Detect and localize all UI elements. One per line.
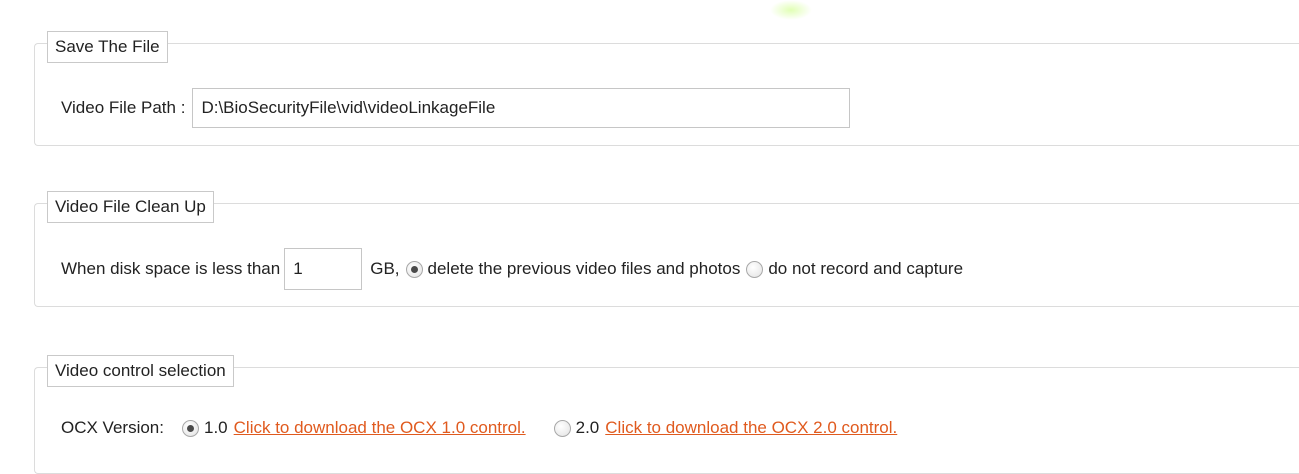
disk-space-row: When disk space is less than GB, delete … bbox=[61, 248, 963, 290]
save-file-legend: Save The File bbox=[47, 31, 168, 63]
ocx-2-radio[interactable] bbox=[553, 419, 571, 437]
disk-space-input[interactable] bbox=[284, 248, 363, 290]
ocx-2-download-link[interactable]: Click to download the OCX 2.0 control. bbox=[605, 418, 897, 438]
disk-space-unit-text: GB, bbox=[370, 259, 400, 278]
no-record-label: do not record and capture bbox=[768, 259, 964, 278]
no-record-radio[interactable] bbox=[746, 260, 764, 278]
video-file-path-row: Video File Path : bbox=[61, 88, 851, 128]
video-control-group: Video control selection OCX Version: 1.0… bbox=[34, 355, 1299, 474]
disk-space-prefix-text: When disk space is less than bbox=[61, 259, 281, 278]
ocx-version-row: OCX Version: 1.0 Click to download the O… bbox=[61, 414, 897, 442]
video-control-legend: Video control selection bbox=[47, 355, 234, 387]
save-file-group: Save The File Video File Path : bbox=[34, 31, 1299, 146]
ocx-version-label: OCX Version: bbox=[61, 418, 164, 437]
video-file-path-input[interactable] bbox=[192, 88, 851, 128]
ocx-1-download-link[interactable]: Click to download the OCX 1.0 control. bbox=[234, 418, 526, 438]
ocx-1-radio[interactable] bbox=[182, 419, 199, 437]
delete-previous-label: delete the previous video files and phot… bbox=[427, 259, 741, 278]
delete-previous-radio[interactable] bbox=[405, 260, 423, 278]
ocx-2-version-label: 2.0 bbox=[575, 418, 600, 437]
background-glare bbox=[770, 0, 812, 20]
video-file-path-label: Video File Path : bbox=[61, 98, 186, 117]
video-clean-up-group: Video File Clean Up When disk space is l… bbox=[34, 191, 1299, 307]
video-clean-up-legend: Video File Clean Up bbox=[47, 191, 214, 223]
ocx-1-version-label: 1.0 bbox=[204, 418, 228, 437]
